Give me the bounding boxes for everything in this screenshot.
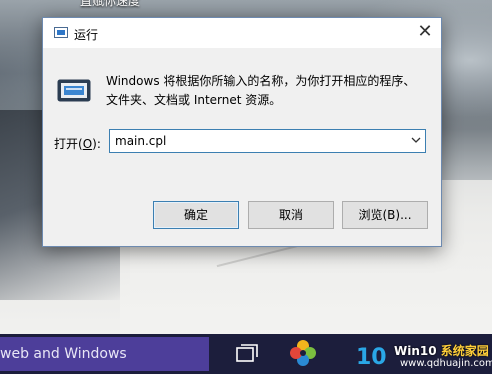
- cancel-button[interactable]: 取消: [248, 201, 334, 229]
- open-label: 打开(O):: [54, 135, 101, 152]
- open-input[interactable]: [110, 130, 405, 152]
- dialog-description: Windows 将根据你所输入的名称，为你打开相应的程序、文件夹、文档或 Int…: [106, 74, 416, 107]
- watermark-title-b: 系统家园: [440, 344, 489, 358]
- desktop-label: 直赋你速度: [80, 0, 141, 8]
- open-label-suffix: ):: [92, 137, 101, 151]
- watermark-title-a: Win10: [394, 344, 441, 358]
- dialog-title: 运行: [74, 28, 99, 42]
- pinwheel-app-icon[interactable]: [288, 338, 318, 368]
- taskbar-search-box[interactable]: web and Windows: [0, 337, 209, 371]
- close-button[interactable]: ✕: [413, 21, 437, 43]
- chevron-down-icon[interactable]: [411, 135, 421, 145]
- run-window-icon: [54, 27, 68, 38]
- title-bar: 运行 ✕: [43, 18, 441, 48]
- browse-button[interactable]: 浏览(B)...: [342, 201, 428, 229]
- svg-text:10: 10: [356, 345, 387, 370]
- task-view-icon[interactable]: [236, 344, 258, 362]
- open-label-accesskey: O: [82, 137, 93, 151]
- open-label-prefix: 打开(: [54, 137, 83, 151]
- watermark: 10 Win10 系统家园 www.qdhuajin.com: [356, 338, 492, 372]
- run-program-icon: [57, 79, 91, 102]
- ok-button[interactable]: 确定: [153, 201, 239, 229]
- open-combobox[interactable]: [109, 129, 426, 153]
- win10-logo-icon: 10: [356, 345, 387, 370]
- watermark-url: www.qdhuajin.com: [400, 358, 492, 369]
- close-icon: ✕: [417, 21, 433, 42]
- watermark-title: Win10 系统家园: [394, 342, 489, 359]
- run-dialog: 运行 ✕ Windows 将根据你所输入的名称，为你打开相应的程序、文件夹、文档…: [42, 17, 442, 247]
